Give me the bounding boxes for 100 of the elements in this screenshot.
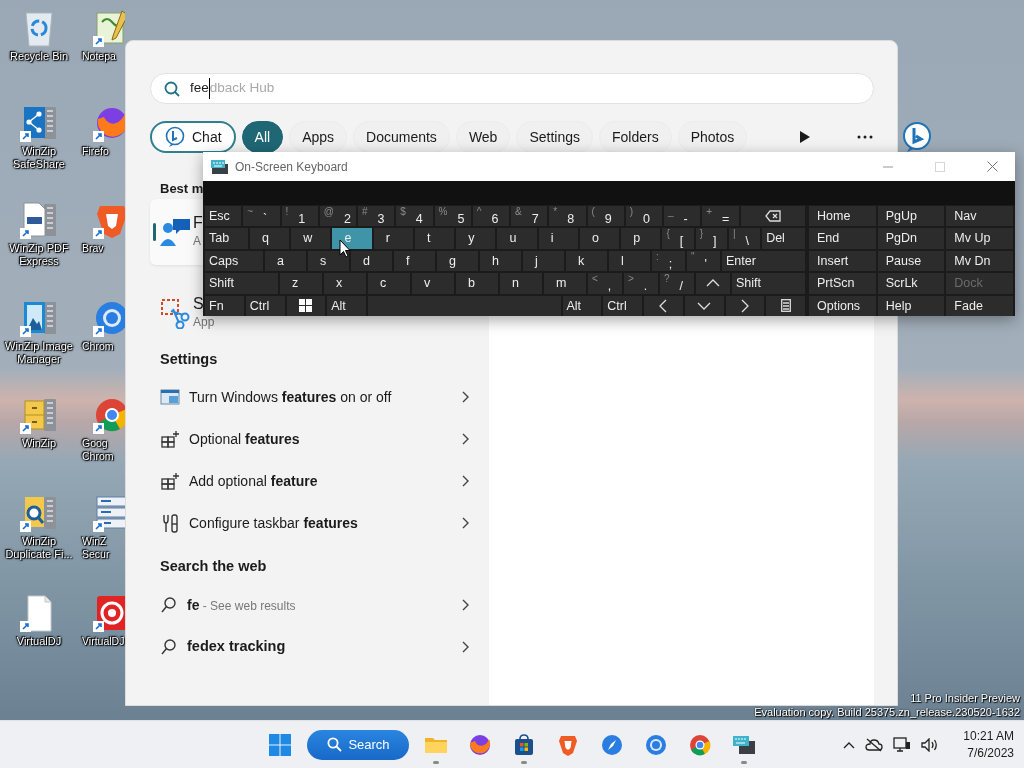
keyboard-key[interactable]: Ctrl	[245, 295, 285, 316]
settings-result[interactable]: Optional features	[189, 428, 452, 450]
cloud-off-icon[interactable]	[865, 737, 884, 752]
web-query[interactable]: fedex tracking	[187, 638, 286, 655]
keyboard-key[interactable]: x	[324, 273, 366, 294]
keyboard-key[interactable]: Enter	[722, 250, 805, 271]
search-field[interactable]: feedback Hub	[150, 73, 874, 104]
keyboard-key[interactable]: q	[249, 228, 290, 249]
keyboard-key[interactable]: k	[566, 250, 607, 271]
keyboard-key[interactable]: Ctrl	[603, 295, 642, 316]
keyboard-key[interactable]: ScrLk	[877, 273, 945, 294]
keyboard-key[interactable]: ( 9	[587, 205, 624, 226]
keyboard-key[interactable]	[286, 295, 326, 316]
keyboard-key[interactable]: @ 2	[319, 205, 356, 226]
keyboard-key[interactable]: a	[265, 250, 306, 271]
keyboard-key[interactable]: c	[368, 273, 410, 294]
close-icon[interactable]	[986, 161, 998, 172]
keyboard-key[interactable]: Alt	[562, 295, 602, 316]
speaker-icon[interactable]	[921, 737, 940, 752]
filter-tab[interactable]: Documents	[353, 121, 450, 153]
keyboard-key[interactable]: Caps	[205, 250, 263, 271]
settings-result[interactable]: Configure taskbar features	[189, 512, 452, 534]
chevron-right-icon[interactable]	[461, 599, 469, 611]
keyboard-key[interactable]: m	[544, 273, 586, 294]
keyboard-key[interactable]: Mv Dn	[946, 250, 1013, 271]
keyboard-key[interactable]: < ,	[588, 273, 622, 294]
chevron-right-icon[interactable]	[461, 475, 469, 488]
keyboard-key[interactable]: ) 0	[625, 205, 662, 226]
keyboard-key[interactable]: r	[373, 228, 413, 249]
keyboard-key[interactable]: Home	[809, 205, 876, 226]
keyboard-key[interactable]: PgDn	[877, 228, 945, 249]
keyboard-key[interactable]: End	[809, 228, 876, 249]
keyboard-key[interactable]: v	[412, 273, 454, 294]
keyboard-key[interactable]: _ -	[664, 205, 701, 226]
play-icon[interactable]	[799, 130, 812, 144]
compass-icon[interactable]	[599, 732, 624, 757]
chevron-up-icon[interactable]	[843, 740, 856, 749]
settings-result[interactable]: Turn Windows features on or off	[189, 386, 452, 408]
keyboard-key[interactable]: o	[579, 228, 620, 249]
filter-tab[interactable]: All	[241, 121, 284, 153]
keyboard-key[interactable]: f	[394, 250, 435, 271]
keyboard-key[interactable]: * 8	[549, 205, 586, 226]
server-rack-icon[interactable]	[92, 493, 125, 533]
keyboard-key[interactable]: & 7	[511, 205, 548, 226]
keyboard-key[interactable]: { [	[662, 228, 694, 249]
keyboard-key[interactable]: i	[538, 228, 578, 249]
keyboard-key[interactable]: y	[456, 228, 496, 249]
filter-tab[interactable]: Web	[455, 121, 511, 153]
filter-tab[interactable]: Apps	[289, 121, 348, 153]
keyboard-key[interactable]: b	[456, 273, 498, 294]
keyboard-key[interactable]	[766, 295, 805, 316]
settings-result[interactable]: Add optional feature	[189, 470, 452, 492]
monitor-icon[interactable]	[893, 736, 912, 753]
keyboard-key[interactable]: n	[500, 273, 542, 294]
keyboard-key[interactable]: Fade	[946, 295, 1013, 316]
keyboard-key[interactable]: > .	[624, 273, 658, 294]
keyboard-key[interactable]: : ;	[652, 250, 685, 271]
keyboard-key[interactable]	[740, 205, 805, 226]
keyboard-key[interactable]: Del	[762, 228, 805, 249]
keyboard-key[interactable]: $ 4	[396, 205, 433, 226]
keyboard-key[interactable]: Alt	[327, 295, 366, 316]
filter-tab[interactable]: Settings	[516, 121, 593, 153]
notepad-icon[interactable]	[92, 8, 125, 48]
keyboard-key[interactable]: | \	[728, 228, 761, 249]
keyboard-key[interactable]: # 3	[358, 205, 395, 226]
keyboard-key[interactable]: Options	[809, 295, 876, 316]
chevron-right-icon[interactable]	[461, 391, 469, 404]
keyboard-key[interactable]: PgUp	[877, 205, 945, 226]
tricolor-browser-icon[interactable]	[687, 732, 712, 757]
keyboard-key[interactable]: t	[414, 228, 455, 249]
keyboard-key[interactable]: " '	[687, 250, 720, 271]
pdf-document-icon[interactable]	[19, 200, 59, 240]
keyboard-key[interactable]: g	[437, 250, 478, 271]
chevron-right-icon[interactable]	[461, 517, 469, 530]
keyboard-key[interactable]: % 5	[434, 205, 471, 226]
keyboard-key[interactable]: ^ 6	[472, 205, 509, 226]
chevron-right-icon[interactable]	[461, 641, 469, 653]
filter-tab[interactable]: Folders	[599, 121, 672, 153]
keyboard-key[interactable]: } ]	[695, 228, 727, 249]
chat-bubble-icon[interactable]	[901, 121, 934, 153]
keyboard-key[interactable]: Insert	[809, 250, 876, 271]
keyboard-key[interactable]: u	[497, 228, 537, 249]
keyboard-key[interactable]: Mv Up	[946, 228, 1013, 249]
target-icon[interactable]	[92, 593, 125, 633]
keyboard-key[interactable]: Esc	[205, 205, 242, 226]
keyboard-key[interactable]: Shift	[732, 273, 805, 294]
filter-tab[interactable]: Photos	[677, 121, 748, 153]
more-icon[interactable]	[857, 135, 874, 139]
windows-icon[interactable]	[269, 733, 292, 756]
keyboard-key[interactable]: Tab	[205, 228, 248, 249]
search-button[interactable]: Search	[307, 729, 409, 760]
clock-date[interactable]: 7/6/2023	[967, 744, 1014, 762]
chevron-right-icon[interactable]	[461, 433, 469, 446]
keyboard-key[interactable]: Help	[877, 295, 945, 316]
keyboard-key[interactable]: + =	[702, 205, 739, 226]
keyboard-key[interactable]: ? /	[660, 273, 694, 294]
keyboard-key[interactable]: d	[351, 250, 392, 271]
keyboard-key[interactable]: ~ `	[243, 205, 280, 226]
clock-time[interactable]: 10:21 AM	[963, 727, 1014, 745]
keyboard-key[interactable]: Shift	[205, 273, 278, 294]
